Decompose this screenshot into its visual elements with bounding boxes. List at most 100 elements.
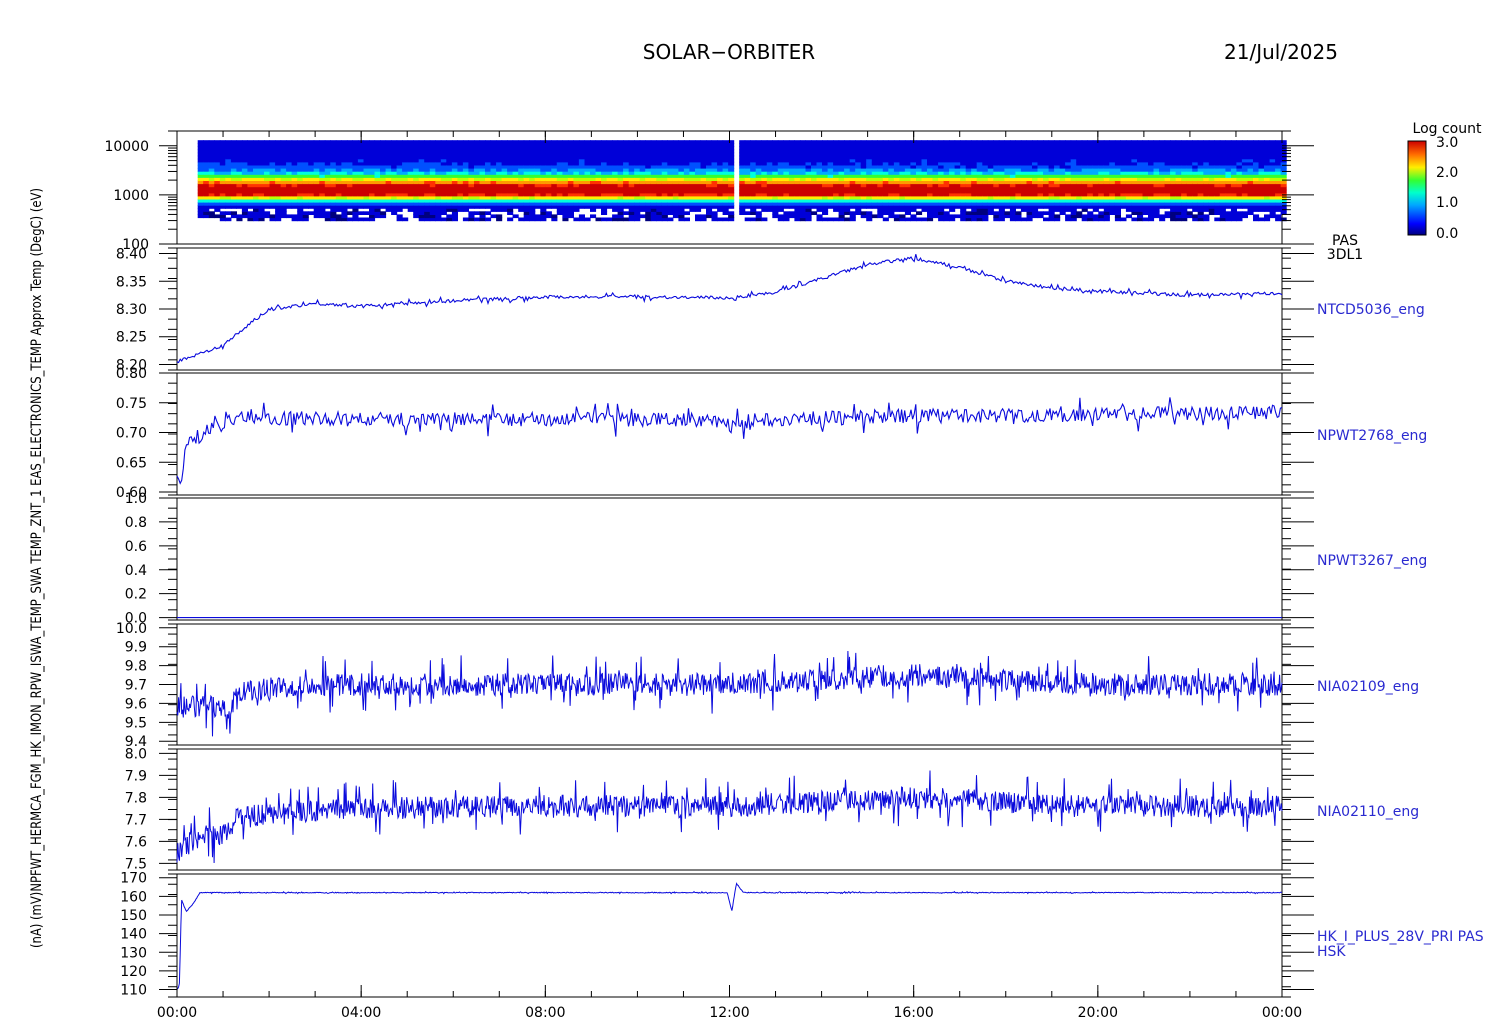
y-tick-label: 8.35: [116, 274, 147, 290]
heatmap-cell: [1219, 140, 1226, 144]
heatmap-cell: [722, 217, 729, 222]
heatmap-cell: [717, 140, 724, 144]
heatmap-cell: [573, 140, 580, 144]
heatmap-cell: [396, 140, 403, 144]
plot-date: 21/Jul/2025: [1224, 40, 1338, 64]
heatmap-cell: [938, 140, 945, 144]
heatmap-cell: [949, 214, 956, 219]
heatmap-cell: [462, 217, 469, 222]
heatmap-cell: [943, 211, 950, 215]
heatmap-cell: [1142, 140, 1149, 144]
heatmap-cell: [761, 217, 768, 222]
heatmap-cell: [667, 217, 674, 222]
heatmap-cell: [468, 211, 475, 215]
heatmap-cell: [1186, 140, 1193, 144]
heatmap-cell: [573, 217, 580, 222]
heatmap-cell: [335, 140, 342, 144]
heatmap-cell: [965, 140, 972, 144]
heatmap-cell: [352, 140, 359, 144]
heatmap-cell: [1247, 140, 1254, 144]
heatmap-cell: [578, 214, 585, 219]
heatmap-cell: [1037, 211, 1044, 215]
heatmap-cell: [236, 214, 243, 219]
heatmap-cell: [1203, 140, 1210, 144]
heatmap-cell: [1236, 211, 1243, 215]
heatmap-cell: [601, 217, 608, 222]
heatmap-cell: [628, 140, 635, 144]
heatmap-cell: [916, 140, 923, 144]
heatmap-cell: [374, 140, 381, 144]
heatmap-cell: [1230, 140, 1237, 144]
heatmap-cell: [225, 217, 232, 222]
heatmap-cell: [1159, 214, 1166, 219]
heatmap-cell: [1087, 211, 1094, 215]
panel-frame: [176, 372, 1283, 496]
heatmap-cell: [341, 140, 348, 144]
heatmap-cell: [976, 140, 983, 144]
y-tick-label: 0.80: [116, 366, 147, 382]
heatmap-cell: [916, 217, 923, 222]
heatmap-cell: [1114, 140, 1121, 144]
heatmap-cell: [871, 140, 878, 144]
heatmap-cell: [1026, 140, 1033, 144]
heatmap-cell: [291, 140, 298, 144]
heatmap-cell: [954, 140, 961, 144]
heatmap-cell: [197, 140, 204, 144]
heatmap-cell: [214, 140, 221, 144]
heatmap-cell: [1059, 140, 1066, 144]
heatmap-cell: [451, 140, 458, 144]
heatmap-cell: [1153, 140, 1160, 144]
heatmap-cell: [700, 140, 707, 144]
heatmap-cell: [606, 217, 613, 222]
heatmap-cell: [711, 140, 718, 144]
heatmap-cell: [1170, 140, 1177, 144]
heatmap-cell: [1098, 211, 1105, 215]
heatmap-cell: [380, 140, 387, 144]
heatmap-cell: [1065, 140, 1072, 144]
heatmap-cell: [529, 140, 536, 144]
heatmap-cell: [606, 140, 613, 144]
heatmap-cell: [203, 140, 210, 144]
heatmap-cell: [777, 140, 784, 144]
heatmap-cell: [750, 217, 757, 222]
heatmap-cell: [512, 214, 519, 219]
heatmap-cell: [501, 140, 508, 144]
heatmap-cell: [1054, 214, 1061, 219]
heatmap-cell: [1181, 140, 1188, 144]
heatmap-cell: [269, 140, 276, 144]
heatmap-cell: [799, 140, 806, 144]
heatmap-cell: [882, 140, 889, 144]
heatmap-cell: [357, 217, 364, 222]
heatmap-cell: [567, 140, 574, 144]
heatmap-cell: [1225, 140, 1232, 144]
heatmap-cell: [1275, 214, 1282, 219]
heatmap-cell: [965, 211, 972, 215]
heatmap-cell: [601, 140, 608, 144]
heatmap-cell: [667, 140, 674, 144]
heatmap-cell: [1275, 140, 1282, 144]
heatmap-cell: [485, 211, 492, 215]
heatmap-cell: [440, 217, 447, 222]
heatmap-cell: [844, 217, 851, 222]
heatmap-cell: [700, 214, 707, 219]
heatmap-cell: [639, 140, 646, 144]
heatmap-cell: [744, 140, 751, 144]
heatmap-cell: [1048, 140, 1055, 144]
heatmap-cell: [468, 140, 475, 144]
y-tick-label: 0.70: [116, 426, 147, 442]
heatmap-cell: [639, 214, 646, 219]
heatmap-cell: [1103, 140, 1110, 144]
heatmap-cell: [805, 140, 812, 144]
heatmap-cell: [324, 140, 331, 144]
y-tick-label: 10000: [104, 139, 149, 155]
heatmap-cell: [286, 214, 293, 219]
heatmap-cell: [584, 140, 591, 144]
heatmap-cell: [982, 140, 989, 144]
heatmap-cell: [1120, 217, 1127, 222]
heatmap-cell: [623, 217, 630, 222]
plot-canvas: SOLAR−ORBITER 21/Jul/2025 Log count 3.0 …: [29, 40, 1484, 1020]
heatmap-cell: [219, 140, 226, 144]
heatmap-cell: [236, 140, 243, 144]
heatmap-cell: [1192, 140, 1199, 144]
heatmap-cell: [219, 211, 226, 215]
